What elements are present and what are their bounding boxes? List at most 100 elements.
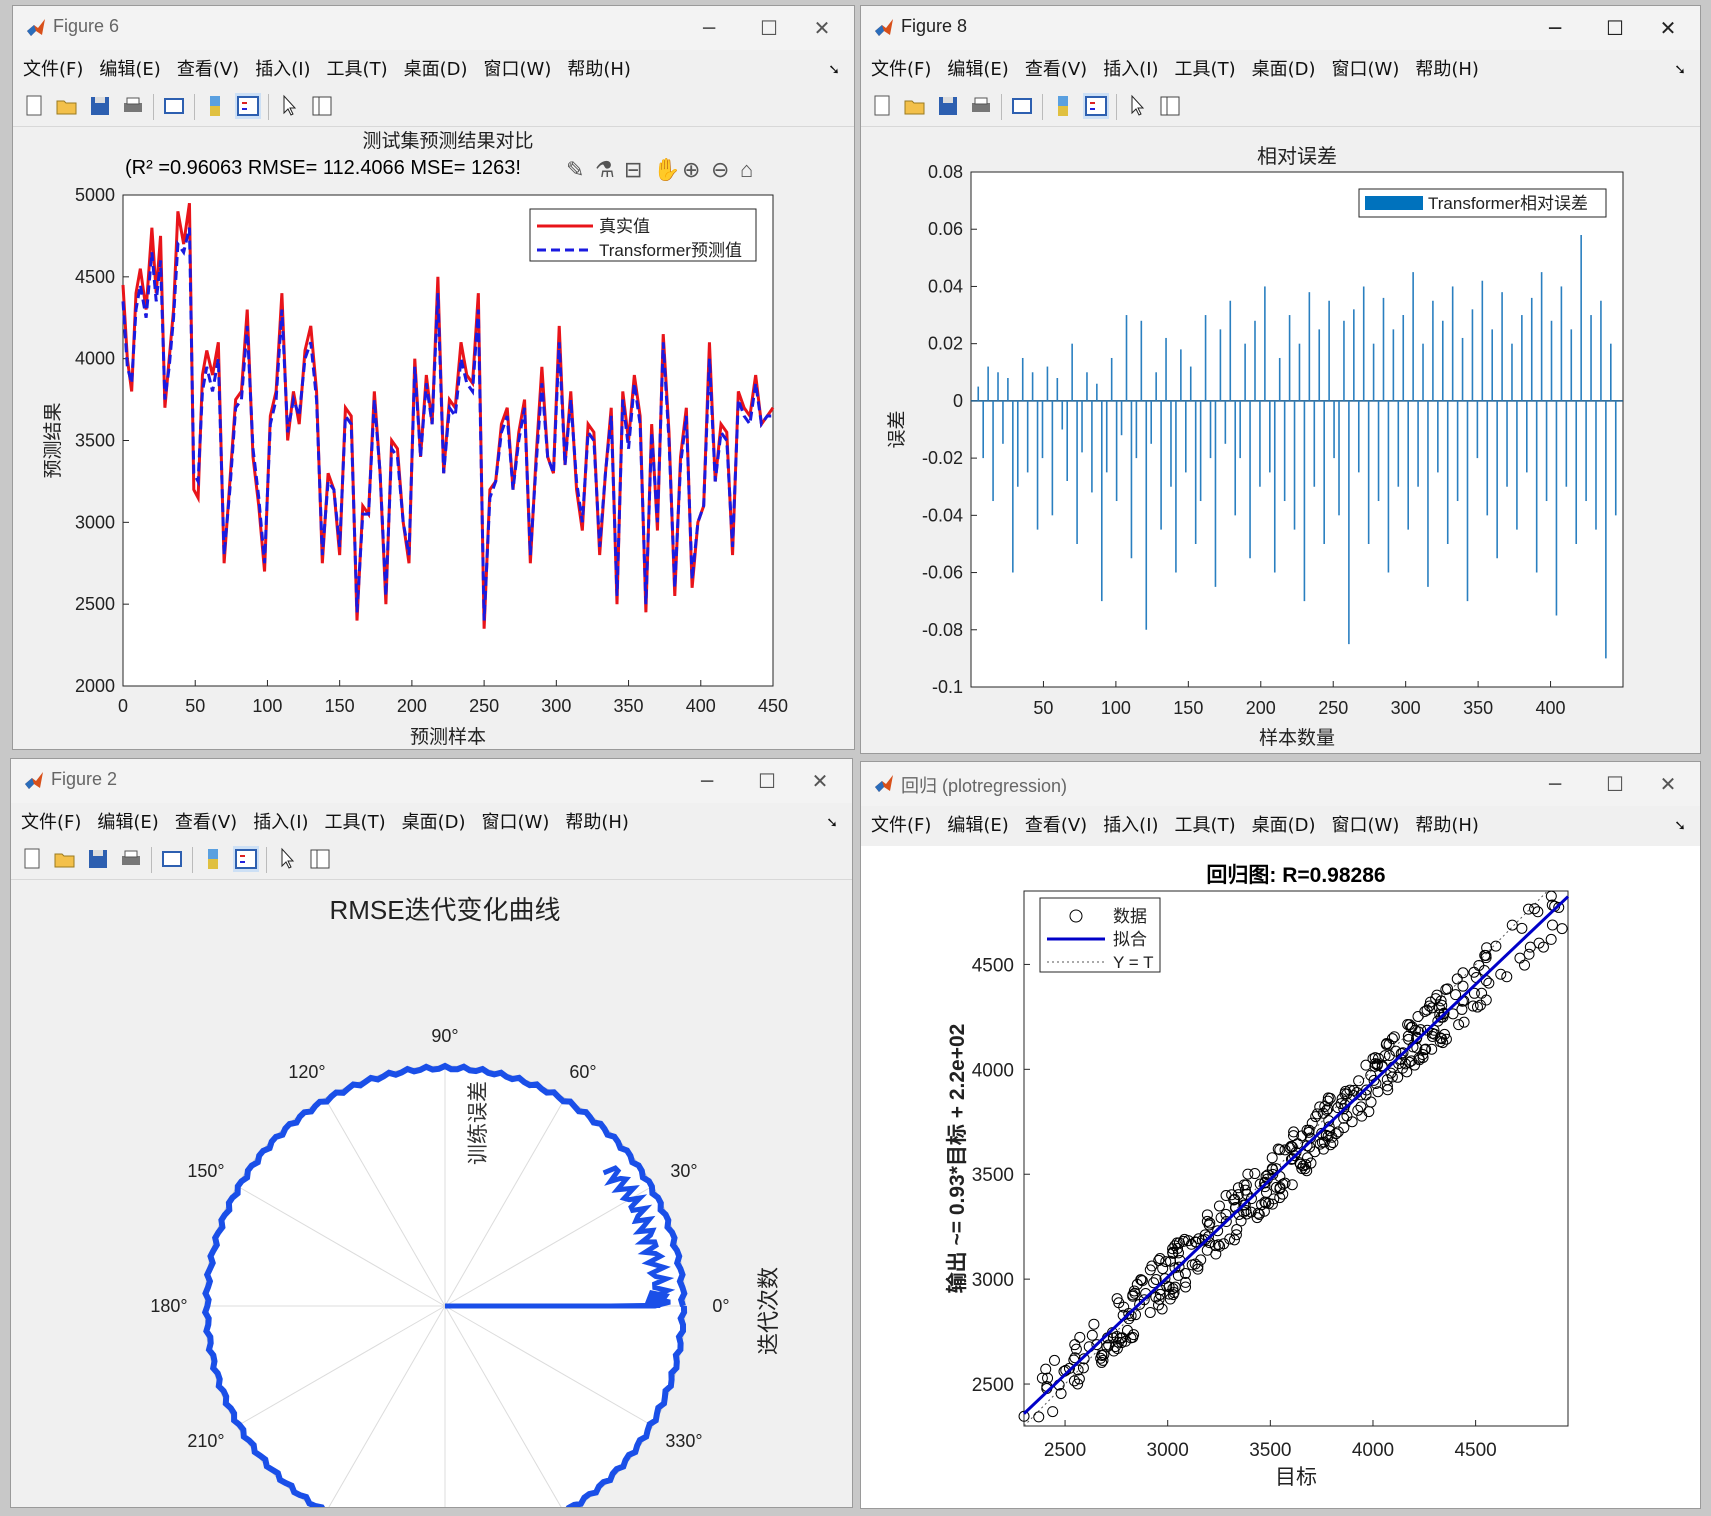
new-file-icon[interactable]: [869, 93, 895, 119]
print-icon[interactable]: [120, 93, 146, 119]
minimize-button[interactable]: ─: [1535, 12, 1575, 44]
menu-help[interactable]: 帮助(H): [1415, 52, 1479, 88]
save-icon[interactable]: [935, 93, 961, 119]
menu-insert[interactable]: 插入(I): [255, 52, 310, 88]
menu-edit[interactable]: 编辑(E): [99, 52, 160, 88]
menu-window[interactable]: 窗口(W): [482, 805, 550, 841]
menu-insert[interactable]: 插入(I): [1103, 808, 1158, 844]
y-tick-label: 2500: [972, 1375, 1014, 1396]
regression-plot: 回归图: R=0.98286 2500 3000 3500 4000 4500 2500 30…: [945, 864, 1570, 1489]
colorbar-icon[interactable]: [200, 846, 226, 872]
title-bar[interactable]: 回归 (plotregression) ─ ☐ ✕: [861, 762, 1700, 806]
x-tick-label: 250: [1318, 698, 1348, 718]
property-inspector-icon[interactable]: [309, 93, 335, 119]
print-icon[interactable]: [118, 846, 144, 872]
maximize-button[interactable]: ☐: [1595, 768, 1635, 800]
close-button[interactable]: ✕: [800, 765, 840, 797]
dock-icon[interactable]: ➘: [828, 52, 840, 88]
matlab-logo-icon: [875, 19, 893, 36]
save-icon[interactable]: [85, 846, 111, 872]
property-inspector-icon[interactable]: [1157, 93, 1183, 119]
title-bar[interactable]: Figure 2 ─ ☐ ✕: [11, 759, 852, 803]
legend-icon[interactable]: [235, 93, 261, 119]
pointer-icon[interactable]: [1124, 93, 1150, 119]
dock-icon[interactable]: ➘: [1674, 52, 1686, 88]
save-icon[interactable]: [87, 93, 113, 119]
pointer-icon[interactable]: [274, 846, 300, 872]
dock-icon[interactable]: ➘: [1674, 808, 1686, 844]
title-bar[interactable]: Figure 8 ─ ☐ ✕: [861, 6, 1700, 50]
toolbar-separator: [192, 847, 193, 873]
menu-help[interactable]: 帮助(H): [567, 52, 631, 88]
menu-desktop[interactable]: 桌面(D): [404, 52, 468, 88]
colorbar-icon[interactable]: [1050, 93, 1076, 119]
menu-window[interactable]: 窗口(W): [1332, 808, 1400, 844]
rotate-icon: ⊟: [624, 157, 642, 182]
toolbar-separator: [194, 94, 195, 120]
x-tick-label: 200: [397, 696, 427, 716]
matlab-logo-icon: [875, 775, 893, 792]
pan-icon: ✋: [653, 157, 680, 182]
menu-tools[interactable]: 工具(T): [327, 52, 388, 88]
print-preview-icon[interactable]: [161, 93, 187, 119]
title-bar[interactable]: Figure 6 ─ ☐ ✕: [13, 6, 854, 50]
new-file-icon[interactable]: [19, 846, 45, 872]
colorbar-icon[interactable]: [202, 93, 228, 119]
open-folder-icon[interactable]: [902, 93, 928, 119]
new-file-icon[interactable]: [21, 93, 47, 119]
close-button[interactable]: ✕: [1648, 12, 1688, 44]
close-button[interactable]: ✕: [802, 12, 842, 44]
open-folder-icon[interactable]: [54, 93, 80, 119]
menu-desktop[interactable]: 桌面(D): [402, 805, 466, 841]
toolbar: [13, 88, 854, 127]
menu-edit[interactable]: 编辑(E): [947, 52, 1008, 88]
x-tick-label: 250: [469, 696, 499, 716]
menu-help[interactable]: 帮助(H): [565, 805, 629, 841]
menu-file[interactable]: 文件(F): [871, 808, 931, 844]
pointer-icon[interactable]: [276, 93, 302, 119]
menu-file[interactable]: 文件(F): [871, 52, 931, 88]
menu-view[interactable]: 查看(V): [177, 52, 239, 88]
legend-icon[interactable]: [233, 846, 259, 872]
open-folder-icon[interactable]: [52, 846, 78, 872]
menu-file[interactable]: 文件(F): [23, 52, 83, 88]
fig8-plot: 相对误差 50 100 150 200 250 300 350 400 -0.1 -0.08 -0.0…: [886, 145, 1624, 749]
minimize-button[interactable]: ─: [687, 765, 727, 797]
menu-tools[interactable]: 工具(T): [1175, 52, 1236, 88]
print-icon[interactable]: [968, 93, 994, 119]
minimize-button[interactable]: ─: [689, 12, 729, 44]
print-preview-icon[interactable]: [159, 846, 185, 872]
menu-edit[interactable]: 编辑(E): [947, 808, 1008, 844]
menu-desktop[interactable]: 桌面(D): [1252, 808, 1316, 844]
print-preview-icon[interactable]: [1009, 93, 1035, 119]
menu-file[interactable]: 文件(F): [21, 805, 81, 841]
menu-tools[interactable]: 工具(T): [325, 805, 386, 841]
toolbar-separator: [1042, 94, 1043, 120]
x-tick-label: 50: [185, 696, 205, 716]
legend-icon[interactable]: [1083, 93, 1109, 119]
close-button[interactable]: ✕: [1648, 768, 1688, 800]
menu-window[interactable]: 窗口(W): [1332, 52, 1400, 88]
maximize-button[interactable]: ☐: [747, 765, 787, 797]
minimize-button[interactable]: ─: [1535, 768, 1575, 800]
menu-edit[interactable]: 编辑(E): [97, 805, 158, 841]
menu-view[interactable]: 查看(V): [1025, 52, 1087, 88]
y-tick-label: 2000: [75, 676, 115, 696]
dock-icon[interactable]: ➘: [826, 805, 838, 841]
legend-label-data: 数据: [1113, 907, 1147, 926]
menu-help[interactable]: 帮助(H): [1415, 808, 1479, 844]
property-inspector-icon[interactable]: [307, 846, 333, 872]
figure-area: RMSE迭代变化曲线0°30°60°90°120°150°180°210°240…: [11, 880, 852, 1507]
menu-bar: 文件(F) 编辑(E) 查看(V) 插入(I) 工具(T) 桌面(D) 窗口(W) 帮助(H)…: [13, 52, 854, 88]
menu-insert[interactable]: 插入(I): [253, 805, 308, 841]
maximize-button[interactable]: ☐: [749, 12, 789, 44]
menu-desktop[interactable]: 桌面(D): [1252, 52, 1316, 88]
menu-view[interactable]: 查看(V): [1025, 808, 1087, 844]
toolbar-separator: [1116, 94, 1117, 120]
maximize-button[interactable]: ☐: [1595, 12, 1635, 44]
x-tick-label: 50: [1033, 698, 1053, 718]
menu-view[interactable]: 查看(V): [175, 805, 237, 841]
menu-window[interactable]: 窗口(W): [484, 52, 552, 88]
menu-insert[interactable]: 插入(I): [1103, 52, 1158, 88]
menu-tools[interactable]: 工具(T): [1175, 808, 1236, 844]
